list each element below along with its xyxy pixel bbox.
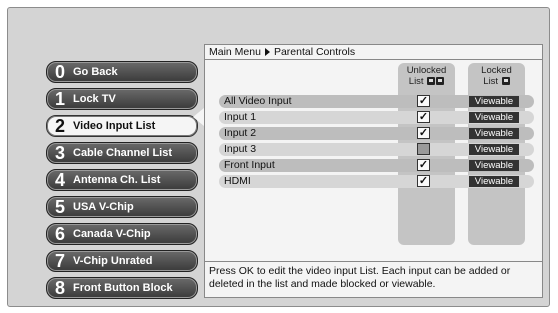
viewable-badge[interactable]: Viewable [469, 144, 519, 155]
unlocked-checkbox[interactable]: ✓ [417, 159, 430, 171]
list-item[interactable]: HDMI ✓ Viewable [219, 175, 534, 188]
menu-label: Cable Channel List [73, 147, 173, 159]
menu-lock-tv[interactable]: 1 Lock TV [46, 88, 198, 110]
menu-video-input-list[interactable]: 2 Video Input List [46, 115, 198, 137]
viewable-badge[interactable]: Viewable [469, 96, 519, 107]
input-name: All Video Input [224, 95, 292, 107]
menu-number: 3 [54, 143, 65, 163]
lock-icon [501, 77, 510, 86]
input-name: HDMI [224, 175, 251, 187]
menu-number: 5 [54, 197, 65, 217]
input-name: Input 3 [224, 143, 257, 155]
lock-icon [436, 77, 445, 86]
menu-cable-channel-list[interactable]: 3 Cable Channel List [46, 142, 198, 164]
menu-number: 1 [54, 89, 65, 109]
list-item[interactable]: All Video Input ✓ Viewable [219, 95, 534, 108]
breadcrumb-root: Main Menu [209, 46, 261, 58]
viewable-badge[interactable]: Viewable [469, 128, 519, 139]
breadcrumb-arrow-icon [264, 48, 270, 56]
menu-number: 4 [54, 170, 65, 190]
unlocked-checkbox[interactable] [417, 143, 430, 155]
unlock-icon [427, 77, 436, 86]
menu-label: Video Input List [73, 120, 156, 132]
menu-number: 0 [54, 62, 65, 82]
unlocked-checkbox[interactable]: ✓ [417, 111, 430, 123]
menu-label: Antenna Ch. List [73, 174, 161, 186]
input-name: Input 1 [224, 111, 257, 123]
menu-antenna-ch-list[interactable]: 4 Antenna Ch. List [46, 169, 198, 191]
menu-number: 7 [54, 251, 65, 271]
menu-usa-v-chip[interactable]: 5 USA V-Chip [46, 196, 198, 218]
menu-number: 2 [54, 116, 65, 136]
menu-label: Canada V-Chip [73, 228, 151, 240]
unlocked-checkbox[interactable]: ✓ [417, 175, 430, 187]
breadcrumb: Main Menu Parental Controls [209, 46, 355, 58]
menu-front-button-block[interactable]: 8 Front Button Block [46, 277, 198, 299]
viewable-badge[interactable]: Viewable [469, 112, 519, 123]
unlocked-checkbox[interactable]: ✓ [417, 127, 430, 139]
locked-list-header: Locked List [468, 65, 525, 87]
unlocked-checkbox[interactable]: ✓ [417, 95, 430, 107]
parental-menu: 0 Go Back 1 Lock TV 2 Video Input List 3… [46, 61, 198, 304]
unlocked-list-header: Unlocked List [398, 65, 455, 87]
menu-label: Go Back [73, 66, 118, 78]
selection-pointer-icon [193, 108, 204, 126]
list-item[interactable]: Input 2 ✓ Viewable [219, 127, 534, 140]
menu-label: Lock TV [73, 93, 116, 105]
header-line: Locked [481, 65, 512, 76]
tv-screen: 0 Go Back 1 Lock TV 2 Video Input List 3… [7, 7, 550, 307]
list-item[interactable]: Input 1 ✓ Viewable [219, 111, 534, 124]
menu-label: USA V-Chip [73, 201, 134, 213]
viewable-badge[interactable]: Viewable [469, 176, 519, 187]
input-name: Front Input [224, 159, 275, 171]
viewable-badge[interactable]: Viewable [469, 160, 519, 171]
video-input-panel: Main Menu Parental Controls Unlocked Lis… [204, 44, 543, 298]
divider [205, 59, 542, 60]
menu-canada-v-chip[interactable]: 6 Canada V-Chip [46, 223, 198, 245]
help-text: Press OK to edit the video input List. E… [209, 265, 511, 290]
menu-v-chip-unrated[interactable]: 7 V-Chip Unrated [46, 250, 198, 272]
list-item[interactable]: Input 3 Viewable [219, 143, 534, 156]
breadcrumb-current: Parental Controls [273, 46, 356, 58]
input-name: Input 2 [224, 127, 257, 139]
list-item[interactable]: Front Input ✓ Viewable [219, 159, 534, 172]
header-line: Unlocked [406, 65, 447, 76]
menu-label: V-Chip Unrated [73, 255, 153, 267]
menu-go-back[interactable]: 0 Go Back [46, 61, 198, 83]
header-line-2: List [398, 76, 455, 87]
menu-label: Front Button Block [73, 282, 173, 294]
header-line-2: List [468, 76, 525, 87]
menu-number: 8 [54, 278, 65, 298]
divider [205, 261, 542, 262]
menu-number: 6 [54, 224, 65, 244]
